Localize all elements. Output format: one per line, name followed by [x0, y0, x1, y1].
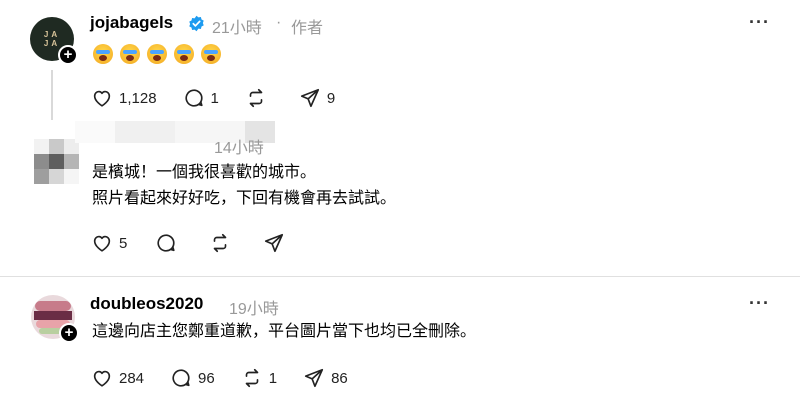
author-tag: 作者 — [291, 20, 324, 37]
share-button[interactable]: 86 — [303, 367, 348, 389]
avatar[interactable] — [34, 139, 79, 184]
comment-icon — [172, 369, 190, 387]
heart-icon — [93, 370, 111, 387]
post-divider — [0, 276, 800, 277]
send-icon — [265, 233, 284, 253]
like-count: 5 — [119, 234, 128, 252]
reply-count: 1 — [210, 89, 219, 107]
share-count: 86 — [331, 369, 348, 387]
avatar[interactable]: JA JA + — [30, 17, 78, 65]
share-button[interactable]: 9 — [299, 87, 335, 109]
repost-button[interactable] — [245, 87, 273, 109]
like-count: 284 — [119, 369, 145, 387]
follow-plus-icon[interactable]: + — [59, 323, 79, 343]
share-button[interactable] — [263, 232, 285, 254]
reply-line-2: 照片看起來好好吃，下回有機會再去試試。 — [92, 190, 397, 207]
repost-icon — [249, 88, 263, 108]
heart-icon — [93, 235, 111, 252]
crying-emoji-icon — [174, 44, 194, 64]
post-text: 這邊向店主您鄭重道歉，平台圖片當下也均已全刪除。 — [92, 323, 477, 340]
reply-button[interactable]: 96 — [170, 367, 215, 389]
like-button[interactable]: 5 — [91, 232, 127, 254]
action-bar: 5 — [91, 232, 311, 254]
more-icon[interactable]: ··· — [749, 12, 770, 33]
repost-icon — [245, 368, 259, 388]
post-time[interactable]: 19小時 — [229, 295, 279, 319]
heart-icon — [93, 90, 111, 107]
action-bar: 284 96 1 86 — [91, 367, 374, 389]
like-button[interactable]: 284 — [91, 367, 144, 389]
more-icon[interactable]: ··· — [749, 293, 770, 314]
reply-time[interactable]: 14小時 — [214, 134, 264, 158]
avatar[interactable]: + — [31, 295, 79, 343]
post-time[interactable]: 21小時 — [212, 14, 262, 38]
send-icon — [304, 368, 324, 388]
repost-button[interactable]: 1 — [241, 367, 277, 389]
action-bar: 1,128 1 9 — [91, 87, 361, 109]
meta-separator: · — [276, 14, 282, 31]
verified-badge-icon — [188, 15, 205, 37]
crying-emoji-icon — [201, 44, 221, 64]
avatar-logo: JA JA — [43, 30, 61, 48]
repost-count: 1 — [268, 369, 278, 387]
username[interactable]: jojabagels — [90, 13, 173, 33]
crying-emoji-icon — [120, 44, 140, 64]
emoji-row — [93, 44, 228, 64]
share-count: 9 — [326, 89, 336, 107]
like-count: 1,128 — [119, 89, 157, 107]
repost-button[interactable] — [209, 232, 231, 254]
send-icon — [300, 88, 319, 108]
like-button[interactable]: 1,128 — [91, 87, 157, 109]
crying-emoji-icon — [93, 44, 113, 64]
thread-line — [51, 70, 53, 120]
reply-text: 是檳城！一個我很喜歡的城市。 照片看起來好好吃，下回有機會再去試試。 — [92, 160, 396, 212]
crying-emoji-icon — [147, 44, 167, 64]
reply-button[interactable] — [155, 232, 177, 254]
reply-line-1: 是檳城！一個我很喜歡的城市。 — [92, 164, 317, 181]
comment-icon — [157, 234, 175, 252]
follow-plus-icon[interactable]: + — [58, 45, 78, 65]
username[interactable]: doubleos2020 — [90, 294, 203, 314]
comment-icon — [184, 89, 203, 107]
reply-button[interactable]: 1 — [183, 87, 219, 109]
repost-icon — [214, 233, 227, 253]
reply-count: 96 — [198, 369, 215, 387]
